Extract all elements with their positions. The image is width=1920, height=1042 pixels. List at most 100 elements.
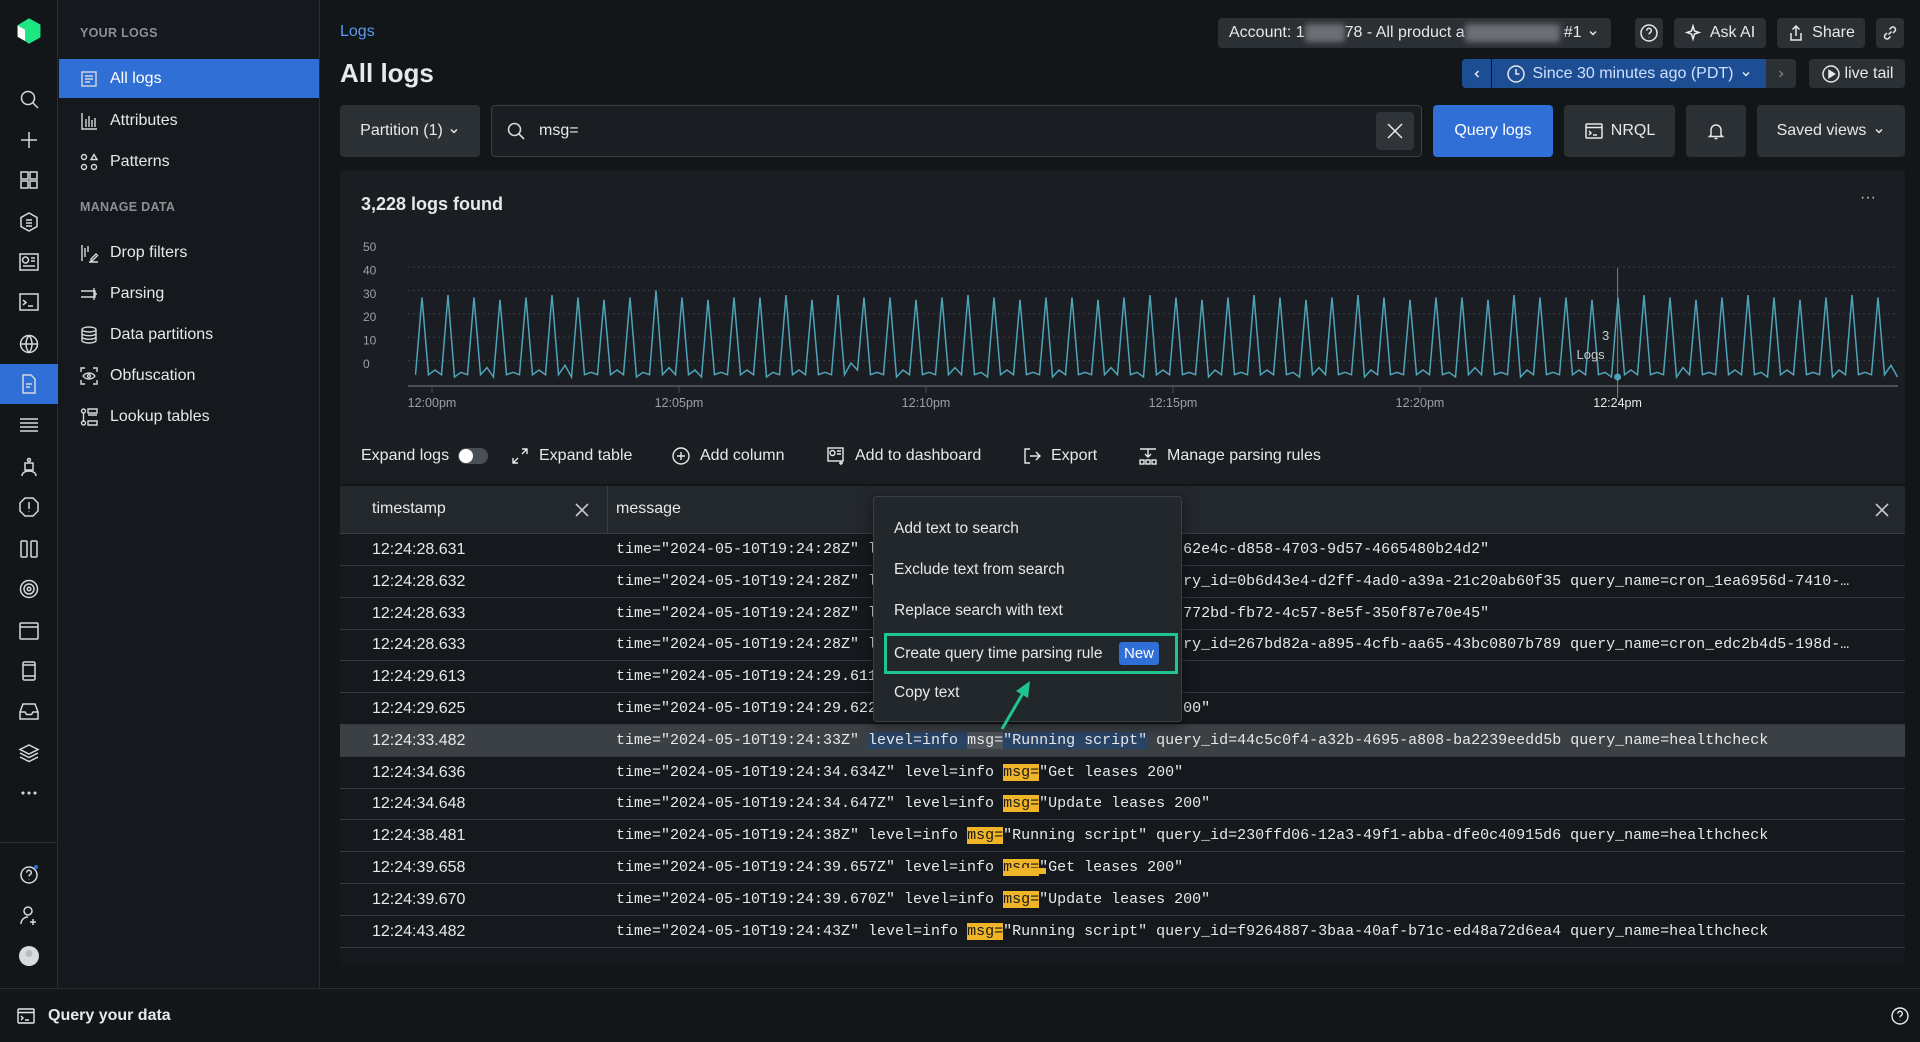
add-user-icon [20, 906, 36, 925]
rail-columns-button[interactable] [0, 529, 58, 569]
message-text: time="2024-05-10T19:24:38Z" level=info [616, 827, 968, 845]
expand-table-label: Expand table [539, 447, 633, 464]
expand-table-button[interactable]: Expand table [510, 443, 632, 469]
new-badge: New [1119, 642, 1160, 665]
table-row[interactable]: 12:24:33.482 time="2024-05-10T19:24:33Z" … [340, 724, 1905, 757]
rail-inbox-button[interactable] [0, 691, 58, 731]
annotation-arrow [1000, 681, 1030, 730]
message-text: "Update leases 200" [1039, 890, 1211, 908]
rail-help-button[interactable] [0, 854, 58, 894]
expand-logs-toggle[interactable]: Expand logs [361, 443, 489, 469]
manage-parsing-rules-button[interactable]: Manage parsing rules [1138, 443, 1321, 469]
add-to-dashboard-label: Add to dashboard [855, 447, 982, 464]
close-details-icon[interactable] [1874, 502, 1890, 518]
message-text: time="2024-05-10T19:24:28Z" level=info m… [616, 572, 1850, 590]
table-row[interactable]: 12:24:43.482 time="2024-05-10T19:24:43Z" … [340, 916, 1905, 948]
mobile-icon [22, 661, 36, 681]
table-row[interactable]: 12:24:39.670 time="2024-05-10T19:24:39.67… [340, 884, 1905, 916]
y-tick-label: 10 [363, 334, 377, 348]
timestamp-cell: 12:24:38.481 [372, 827, 466, 845]
export-button[interactable]: Export [1022, 443, 1097, 469]
menu-item-replace-search[interactable]: Replace search with text [894, 602, 1063, 620]
plus-circle-icon [672, 447, 690, 465]
add-column-button[interactable]: Add column [671, 443, 785, 469]
timestamp-cell: 12:24:33.482 [372, 731, 466, 749]
logs-histogram-chart[interactable]: 0 10 20 30 40 50 12:00pm 12:05pm 12:10pm 12:15pm 1… [0, 0, 1920, 420]
message-text: time="2024-05-10T19:24:39.670Z" level=in… [616, 890, 1004, 908]
rail-alert-button[interactable] [0, 487, 58, 527]
message-text: time="2024-05-10T19:24:34.647Z" level=in… [616, 795, 1004, 813]
help-icon[interactable] [1890, 1006, 1910, 1026]
rail-mobile-button[interactable] [0, 651, 58, 691]
search-match-highlight: msg= [967, 827, 1004, 845]
rail-robot-button[interactable] [0, 447, 58, 487]
x-tick-label: 12:00pm [408, 396, 457, 410]
expand-logs-label: Expand logs [361, 447, 450, 464]
y-tick-label: 50 [363, 240, 377, 254]
message-cell[interactable]: time="2024-05-10T19:24:34.634Z" level=in… [616, 763, 1184, 781]
query-your-data-label: Query your data [48, 1006, 171, 1024]
message-text: "Get leases 200" [1039, 763, 1184, 781]
timestamp-cell: 12:24:39.670 [372, 890, 466, 908]
message-cell[interactable]: time="2024-05-10T19:24:38Z" level=info m… [616, 827, 1768, 845]
add-to-dashboard-button[interactable]: Add to dashboard [826, 443, 981, 469]
table-row[interactable]: 12:24:34.648 time="2024-05-10T19:24:34.64… [340, 788, 1905, 821]
dashboard-add-icon [827, 447, 844, 465]
y-tick-label: 0 [363, 357, 370, 371]
layers-icon [18, 744, 40, 763]
column-header-timestamp[interactable]: timestamp [372, 500, 446, 518]
rail-more-button[interactable] [0, 773, 58, 813]
message-cell[interactable]: time="2024-05-10T19:24:28Z" level=info m… [616, 573, 1849, 590]
menu-item-exclude-text[interactable]: Exclude text from search [894, 561, 1065, 579]
message-cell[interactable]: time="2024-05-10T19:24:34.647Z" level=in… [616, 795, 1210, 813]
x-tick-label: 12:24pm [1593, 396, 1642, 410]
rail-layers-button[interactable] [0, 733, 58, 773]
query-your-data-button[interactable]: Query your data [16, 1006, 171, 1026]
column-header-message[interactable]: message [616, 500, 681, 518]
table-row[interactable]: 12:24:38.481 time="2024-05-10T19:24:38Z" … [340, 820, 1905, 853]
remove-column-icon[interactable] [574, 502, 590, 518]
search-match-highlight: msg= [1003, 795, 1040, 813]
message-text: time="2024-05-10T19:24:28Z" level=info m… [616, 636, 1850, 654]
x-tick-label: 12:15pm [1149, 396, 1198, 410]
message-cell[interactable]: time="2024-05-10T19:24:33Z" level=info m… [616, 731, 1769, 749]
menu-item-create-parsing-rule[interactable]: Create query time parsing rule New [884, 633, 1178, 674]
timestamp-cell: 12:24:28.633 [372, 636, 466, 654]
timestamp-cell: 12:24:28.632 [372, 572, 466, 590]
x-tick-label: 12:10pm [902, 396, 951, 410]
message-text: time="2024-05-10T19:24:34.634Z" level=in… [616, 763, 1004, 781]
manage-parsing-rules-label: Manage parsing rules [1167, 447, 1321, 464]
message-cell[interactable]: time="2024-05-10T19:24:28Z" level=info m… [616, 636, 1849, 653]
tooltip-value: 3 [1602, 328, 1609, 343]
create-parsing-rule-label: Create query time parsing rule [894, 645, 1103, 662]
browser-icon [19, 622, 39, 640]
message-cell[interactable]: time="2024-05-10T19:24:39.670Z" level=in… [616, 890, 1211, 908]
robot-icon [21, 457, 37, 477]
parsing-rules-icon [1139, 448, 1157, 465]
column-divider[interactable] [607, 486, 608, 534]
more-icon [21, 791, 37, 795]
message-cell[interactable]: time="2024-05-10T19:24:43Z" level=info m… [616, 922, 1768, 940]
search-match-highlight: msg= [967, 922, 1004, 940]
export-label: Export [1051, 447, 1098, 464]
search-match-highlight: msg= [1003, 763, 1040, 781]
rail-browser-button[interactable] [0, 611, 58, 651]
search-match-highlight: msg= [1003, 890, 1040, 908]
rail-target-button[interactable] [0, 569, 58, 609]
table-row[interactable]: 12:24:34.636 time="2024-05-10T19:24:34.63… [340, 757, 1905, 789]
rail-add-user-button[interactable] [0, 895, 58, 935]
table-row-partial [340, 854, 1905, 874]
menu-item-copy-text[interactable]: Copy text [894, 684, 959, 702]
avatar [19, 946, 39, 966]
y-tick-label: 30 [363, 287, 377, 301]
timestamp-cell: 12:24:34.636 [372, 763, 466, 781]
rail-avatar-button[interactable] [0, 936, 58, 976]
bottom-bar: Query your data [0, 988, 1920, 1042]
inbox-icon [19, 703, 39, 720]
export-icon [1024, 448, 1041, 464]
toggle-switch[interactable] [458, 448, 489, 464]
timestamp-cell: 12:24:34.648 [372, 795, 466, 813]
add-column-label: Add column [700, 447, 785, 464]
menu-item-add-text-to-search[interactable]: Add text to search [894, 520, 1019, 538]
message-text: query_id=44c5c0f4-a32b-4695-a808-ba2239e… [1147, 731, 1769, 749]
